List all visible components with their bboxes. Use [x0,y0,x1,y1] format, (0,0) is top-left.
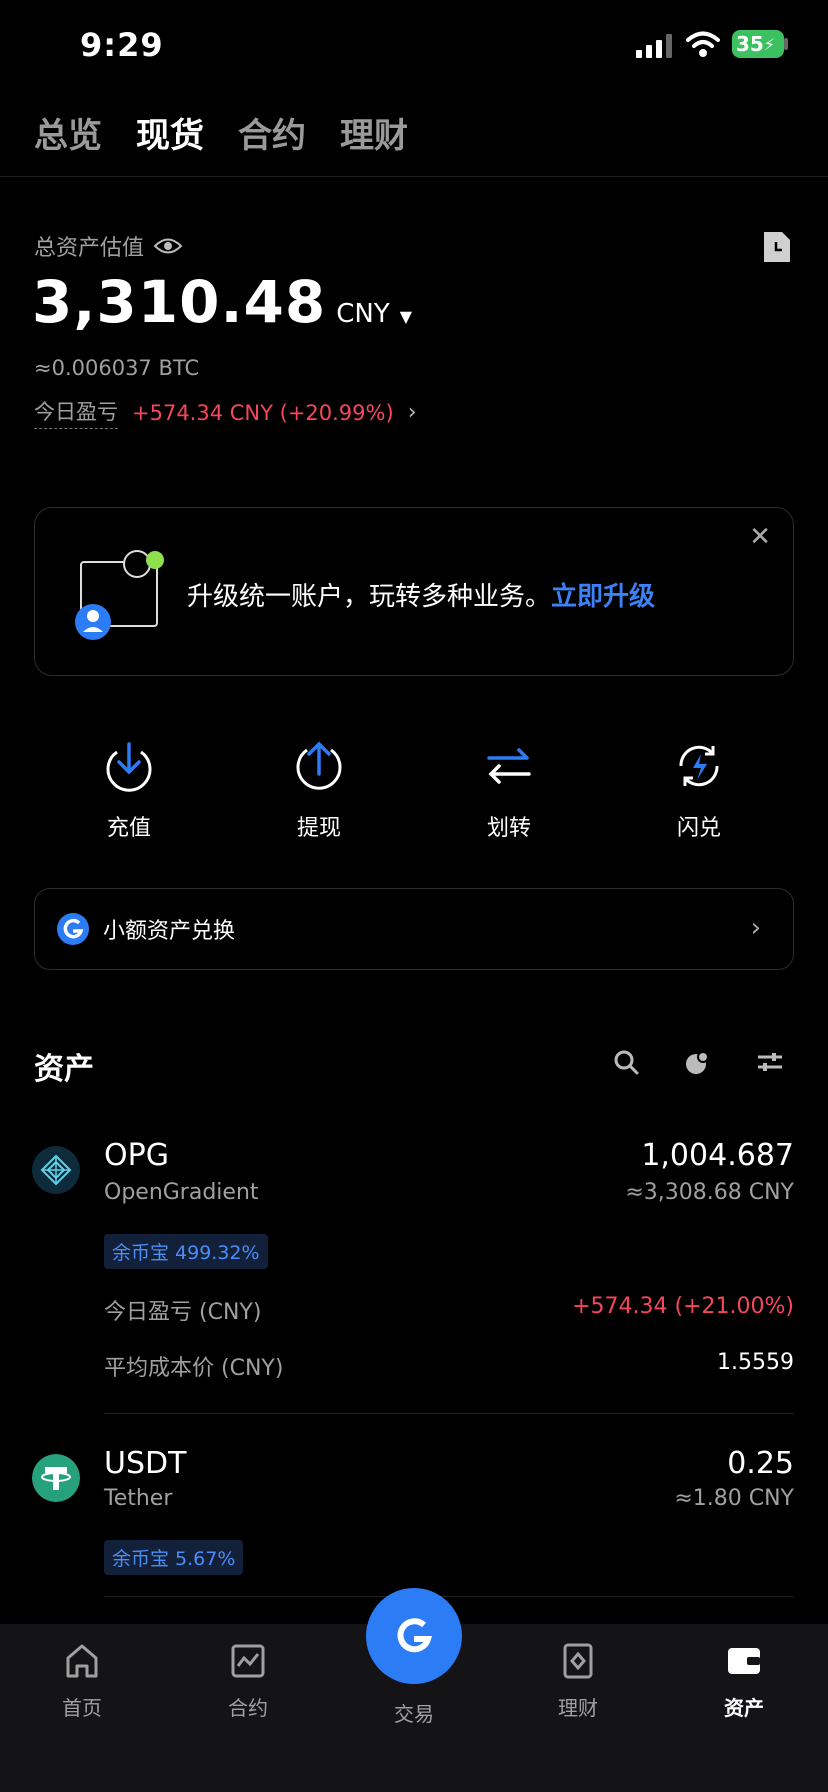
tab-earn[interactable]: 理财 [340,108,408,157]
withdraw-label: 提现 [296,816,341,841]
nav-earn[interactable]: 理财 [518,1642,638,1721]
total-balance: 3,310.48 CNY ▼ [32,268,412,336]
currency-selector[interactable]: CNY [336,299,390,329]
chart-toggle-icon[interactable] [684,1048,712,1076]
upgrade-now-link[interactable]: 立即升级 [551,582,655,612]
eye-icon[interactable] [154,237,183,255]
banner-message: 升级统一账户，玩转多种业务。立即升级 [187,576,655,613]
avg-cost-value: 1.5559 [717,1350,794,1375]
assets-section-title: 资产 [34,1052,94,1087]
nav-earn-label: 理财 [558,1696,598,1720]
total-assets-label: 总资产估值 [34,230,183,262]
banner-text: 升级统一账户，玩转多种业务。 [187,582,552,612]
quick-actions: 充值 提现 划转 闪兑 [34,740,794,842]
earn-icon [563,1643,593,1679]
earn-apy-badge[interactable]: 余币宝 5.67% [104,1540,244,1575]
nav-trade-label: 交易 [394,1702,434,1726]
nav-home[interactable]: 首页 [22,1642,142,1721]
divider [104,1596,794,1597]
asset-amount-cny: ≈1.80 CNY [674,1486,794,1511]
small-asset-exchange-label: 小额资产兑换 [103,919,236,944]
nav-futures-label: 合约 [228,1696,268,1720]
usdt-coin-icon [32,1454,80,1502]
search-icon[interactable] [612,1048,640,1076]
account-upgrade-illustration [75,550,164,640]
earn-apy-badge[interactable]: 余币宝 499.32% [104,1234,268,1269]
nav-home-label: 首页 [62,1696,102,1720]
filter-settings-icon[interactable] [756,1048,784,1076]
deposit-label: 充值 [106,816,151,841]
withdraw-button[interactable]: 提现 [224,740,414,842]
battery-indicator: 35 ⚡ [732,30,784,58]
asset-full-name: OpenGradient [104,1180,259,1205]
avg-cost-label: 平均成本价 (CNY) [104,1356,284,1381]
trade-icon [397,1618,432,1653]
asset-amount: 0.25 [727,1446,794,1481]
asset-amount-cny: ≈3,308.68 CNY [625,1180,794,1205]
signal-icon [636,34,672,58]
status-bar: 9:29 35 ⚡ [0,0,828,90]
asset-full-name: Tether [104,1486,173,1511]
tab-overview[interactable]: 总览 [34,108,102,157]
tab-spot[interactable]: 现货 [136,108,204,157]
asset-row-opg[interactable]: OPG OpenGradient 1,004.687 ≈3,308.68 CNY… [0,1132,828,1412]
asset-amount: 1,004.687 [641,1138,794,1173]
status-time: 9:29 [80,26,164,64]
asset-symbol: USDT [104,1446,187,1481]
withdraw-icon [296,741,342,790]
btc-equivalent: ≈0.006037 BTC [34,356,200,380]
transfer-icon [487,748,531,784]
battery-level: 35 [736,32,764,56]
flash-swap-label: 闪兑 [676,816,721,841]
small-asset-exchange-row[interactable]: 小额资产兑换 › [34,888,794,970]
chevron-right-icon: › [750,913,761,943]
nav-assets-label: 资产 [724,1696,764,1720]
divider [0,176,828,177]
nav-futures[interactable]: 合约 [188,1642,308,1721]
futures-icon [231,1644,265,1678]
nav-assets[interactable]: 资产 [684,1642,804,1721]
close-icon[interactable]: ✕ [749,522,771,552]
today-pnl-label: 今日盈亏 (CNY) [104,1300,262,1325]
total-balance-value: 3,310.48 [32,268,327,336]
transfer-label: 划转 [486,816,531,841]
today-pnl-value: +574.34 (+21.00%) [572,1294,794,1319]
upgrade-account-banner[interactable]: 升级统一账户，玩转多种业务。立即升级 ✕ [34,507,794,676]
home-icon [66,1644,98,1678]
flash-swap-icon [679,745,719,787]
history-document-icon[interactable] [762,230,792,264]
today-pnl-value: +574.34 CNY (+20.99%) [132,400,394,425]
wallet-icon [728,1648,760,1674]
wifi-icon [686,31,720,57]
today-pnl-label: 今日盈亏 [34,396,118,429]
top-tabs: 总览 现货 合约 理财 [34,108,408,157]
deposit-button[interactable]: 充值 [34,740,224,842]
chevron-right-icon: › [407,400,417,425]
asset-row-usdt[interactable]: USDT Tether 0.25 ≈1.80 CNY 余币宝 5.67% [0,1440,828,1580]
total-assets-label-text: 总资产估值 [34,236,145,261]
opg-coin-icon [32,1146,80,1194]
asset-symbol: OPG [104,1138,169,1173]
divider [104,1413,794,1414]
today-pnl-row[interactable]: 今日盈亏 +574.34 CNY (+20.99%) › [34,396,417,429]
battery-cap [784,38,788,50]
charging-icon: ⚡ [763,34,776,54]
exchange-logo-icon [57,913,89,945]
assets-toolbar [612,1048,784,1076]
tab-futures[interactable]: 合约 [238,108,306,157]
trade-button[interactable] [366,1588,462,1684]
transfer-button[interactable]: 划转 [414,740,604,842]
deposit-icon [106,742,152,792]
caret-down-icon[interactable]: ▼ [400,307,412,326]
flash-swap-button[interactable]: 闪兑 [604,740,794,842]
